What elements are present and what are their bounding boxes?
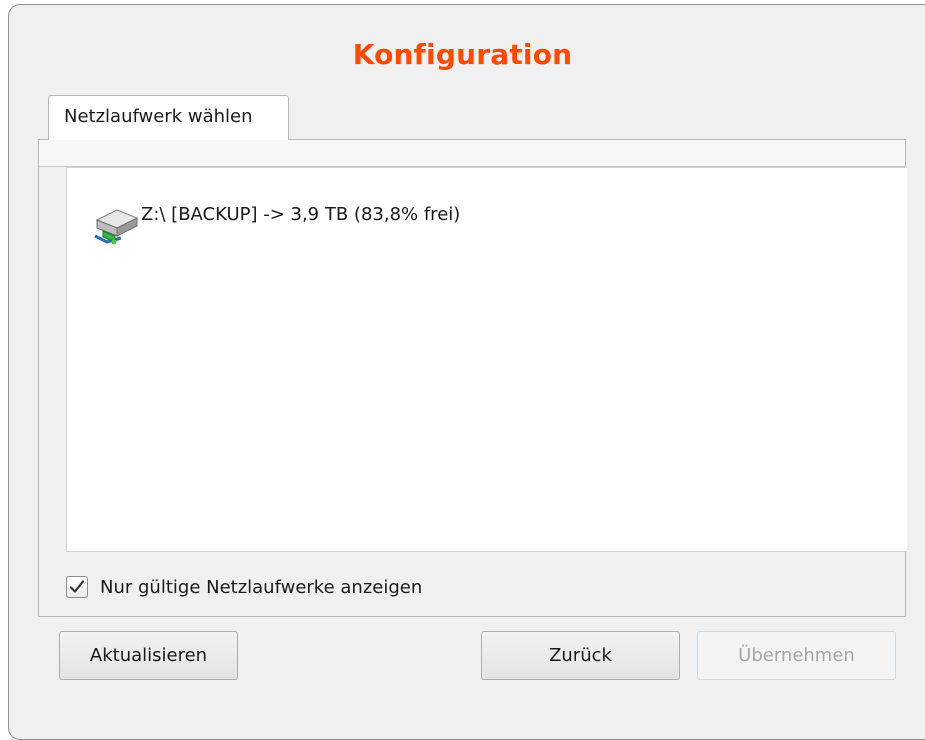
tab-header-strip xyxy=(39,140,905,167)
tab-select-network-drive[interactable]: Netzlaufwerk wählen xyxy=(48,95,289,140)
drive-listbox[interactable]: Z:\ [BACKUP] -> 3,9 TB (83,8% frei) xyxy=(66,167,907,552)
refresh-button[interactable]: Aktualisieren xyxy=(59,631,238,680)
checkmark-icon xyxy=(69,580,85,593)
valid-drives-label: Nur gültige Netzlaufwerke anzeigen xyxy=(100,576,423,598)
network-drive-icon xyxy=(87,198,139,248)
back-button[interactable]: Zurück xyxy=(481,631,680,680)
valid-drives-filter[interactable]: Nur gültige Netzlaufwerke anzeigen xyxy=(66,576,422,598)
tab-panel: Z:\ [BACKUP] -> 3,9 TB (83,8% frei) Nur … xyxy=(38,139,907,617)
list-item[interactable]: Z:\ [BACKUP] -> 3,9 TB (83,8% frei) xyxy=(87,198,460,248)
drive-label: Z:\ [BACKUP] -> 3,9 TB (83,8% frei) xyxy=(141,204,461,225)
dialog-title: Konfiguration xyxy=(352,38,573,71)
apply-button[interactable]: Übernehmen xyxy=(697,631,896,680)
valid-drives-checkbox[interactable] xyxy=(66,576,88,598)
